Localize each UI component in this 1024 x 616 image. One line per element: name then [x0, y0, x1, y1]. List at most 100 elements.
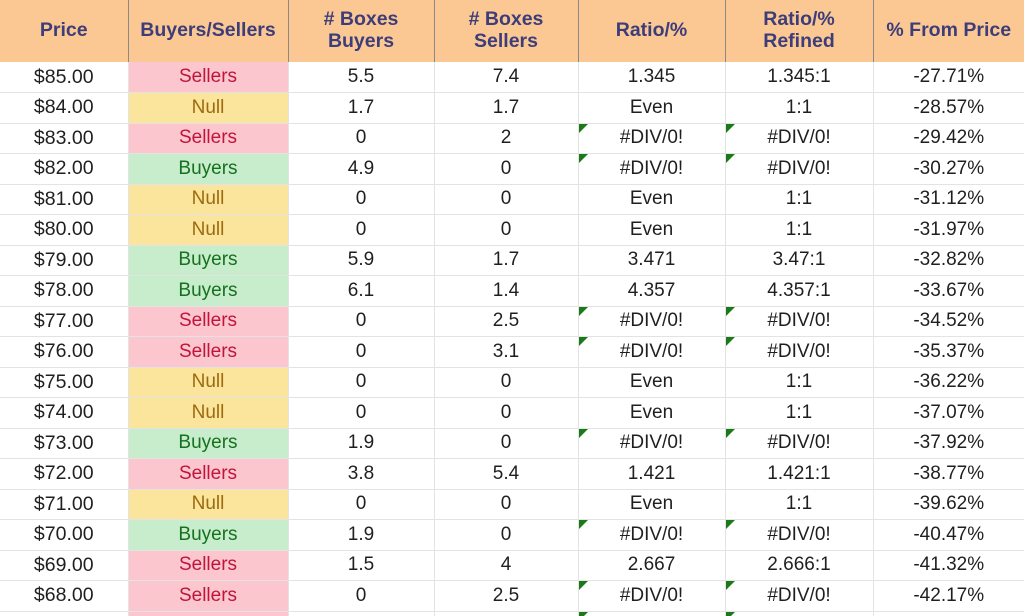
cell-status[interactable]: Sellers: [128, 123, 289, 154]
cell-status[interactable]: Null: [128, 214, 289, 246]
cell-boxes-sellers[interactable]: 0: [434, 367, 579, 398]
table-row[interactable]: $73.00 Buyers 1.9 0 #DIV/0! #DIV/0! -37.92%: [0, 428, 1024, 459]
cell-status[interactable]: Sellers: [128, 306, 289, 337]
cell-boxes-buyers[interactable]: 0: [288, 580, 435, 612]
cell-pct-from-price[interactable]: -31.12%: [873, 184, 1024, 215]
table-row[interactable]: $79.00 Buyers 5.9 1.7 3.471 3.47:1 -32.82%: [0, 245, 1024, 276]
cell-ratio-refined[interactable]: 2.666:1: [725, 550, 874, 581]
cell-ratio-refined[interactable]: 1.421:1: [725, 458, 874, 490]
cell-boxes-sellers[interactable]: 0: [434, 184, 579, 215]
cell-ratio-refined[interactable]: #DIV/0!: [725, 519, 874, 551]
cell-price[interactable]: $78.00: [0, 275, 129, 307]
cell-boxes-buyers[interactable]: 1.7: [288, 92, 435, 124]
cell-ratio[interactable]: Even: [578, 92, 726, 124]
column-header-price[interactable]: Price: [0, 0, 129, 62]
cell-ratio[interactable]: 1.345: [578, 62, 726, 93]
cell-boxes-buyers[interactable]: 6.1: [288, 275, 435, 307]
cell-boxes-sellers[interactable]: 4: [434, 550, 579, 581]
table-row[interactable]: [0, 611, 1024, 616]
cell-ratio-refined[interactable]: [725, 611, 874, 616]
cell-pct-from-price[interactable]: -37.07%: [873, 397, 1024, 429]
cell-ratio-refined[interactable]: 1:1: [725, 489, 874, 520]
cell-boxes-buyers[interactable]: 0: [288, 123, 435, 154]
cell-boxes-buyers[interactable]: 1.5: [288, 550, 435, 581]
cell-status[interactable]: Buyers: [128, 245, 289, 276]
table-row[interactable]: $76.00 Sellers 0 3.1 #DIV/0! #DIV/0! -35.37%: [0, 336, 1024, 368]
cell-ratio-refined[interactable]: 1:1: [725, 397, 874, 429]
cell-status[interactable]: Buyers: [128, 275, 289, 307]
cell-ratio[interactable]: #DIV/0!: [578, 428, 726, 459]
cell-boxes-sellers[interactable]: 2.5: [434, 306, 579, 337]
cell-price[interactable]: [0, 611, 129, 616]
table-row[interactable]: $85.00 Sellers 5.5 7.4 1.345 1.345:1 -27.71%: [0, 62, 1024, 93]
table-row[interactable]: $70.00 Buyers 1.9 0 #DIV/0! #DIV/0! -40.47%: [0, 519, 1024, 551]
cell-status[interactable]: Sellers: [128, 336, 289, 368]
cell-pct-from-price[interactable]: -34.52%: [873, 306, 1024, 337]
cell-status[interactable]: Sellers: [128, 580, 289, 612]
cell-pct-from-price[interactable]: -32.82%: [873, 245, 1024, 276]
table-row[interactable]: $83.00 Sellers 0 2 #DIV/0! #DIV/0! -29.42%: [0, 123, 1024, 154]
cell-ratio[interactable]: 3.471: [578, 245, 726, 276]
cell-boxes-sellers[interactable]: 7.4: [434, 62, 579, 93]
cell-boxes-buyers[interactable]: 0: [288, 489, 435, 520]
table-row[interactable]: $68.00 Sellers 0 2.5 #DIV/0! #DIV/0! -42.17%: [0, 580, 1024, 612]
cell-price[interactable]: $68.00: [0, 580, 129, 612]
cell-pct-from-price[interactable]: -31.97%: [873, 214, 1024, 246]
cell-ratio[interactable]: Even: [578, 489, 726, 520]
cell-price[interactable]: $80.00: [0, 214, 129, 246]
cell-status[interactable]: Buyers: [128, 519, 289, 551]
cell-boxes-buyers[interactable]: 0: [288, 367, 435, 398]
table-row[interactable]: $81.00 Null 0 0 Even 1:1 -31.12%: [0, 184, 1024, 215]
cell-price[interactable]: $73.00: [0, 428, 129, 459]
column-header-ratio[interactable]: Ratio/%: [578, 0, 726, 62]
cell-ratio-refined[interactable]: 1:1: [725, 367, 874, 398]
cell-ratio[interactable]: #DIV/0!: [578, 306, 726, 337]
table-row[interactable]: $80.00 Null 0 0 Even 1:1 -31.97%: [0, 214, 1024, 246]
table-row[interactable]: $77.00 Sellers 0 2.5 #DIV/0! #DIV/0! -34.52%: [0, 306, 1024, 337]
cell-ratio[interactable]: #DIV/0!: [578, 153, 726, 185]
cell-ratio[interactable]: Even: [578, 184, 726, 215]
cell-ratio[interactable]: Even: [578, 397, 726, 429]
table-row[interactable]: $78.00 Buyers 6.1 1.4 4.357 4.357:1 -33.67%: [0, 275, 1024, 307]
cell-status[interactable]: Null: [128, 489, 289, 520]
column-header-buyers-sellers[interactable]: Buyers/Sellers: [128, 0, 289, 62]
cell-boxes-sellers[interactable]: 2: [434, 123, 579, 154]
cell-ratio[interactable]: 2.667: [578, 550, 726, 581]
cell-status[interactable]: Null: [128, 92, 289, 124]
cell-pct-from-price[interactable]: -28.57%: [873, 92, 1024, 124]
cell-pct-from-price[interactable]: -38.77%: [873, 458, 1024, 490]
cell-status[interactable]: Buyers: [128, 428, 289, 459]
column-header-pct-from-price[interactable]: % From Price: [873, 0, 1024, 62]
column-header-boxes-buyers[interactable]: # Boxes Buyers: [288, 0, 435, 62]
cell-boxes-buyers[interactable]: 0: [288, 184, 435, 215]
cell-ratio[interactable]: #DIV/0!: [578, 519, 726, 551]
column-header-boxes-sellers[interactable]: # Boxes Sellers: [434, 0, 579, 62]
cell-price[interactable]: $85.00: [0, 62, 129, 93]
cell-ratio[interactable]: #DIV/0!: [578, 123, 726, 154]
cell-price[interactable]: $76.00: [0, 336, 129, 368]
cell-status[interactable]: Sellers: [128, 62, 289, 93]
cell-price[interactable]: $70.00: [0, 519, 129, 551]
cell-ratio[interactable]: 1.421: [578, 458, 726, 490]
cell-status[interactable]: Null: [128, 184, 289, 215]
cell-price[interactable]: $69.00: [0, 550, 129, 581]
cell-price[interactable]: $74.00: [0, 397, 129, 429]
table-row[interactable]: $75.00 Null 0 0 Even 1:1 -36.22%: [0, 367, 1024, 398]
cell-ratio[interactable]: Even: [578, 367, 726, 398]
cell-ratio-refined[interactable]: #DIV/0!: [725, 336, 874, 368]
cell-ratio-refined[interactable]: 4.357:1: [725, 275, 874, 307]
cell-boxes-buyers[interactable]: 0: [288, 397, 435, 429]
cell-boxes-buyers[interactable]: 1.9: [288, 519, 435, 551]
cell-ratio-refined[interactable]: #DIV/0!: [725, 428, 874, 459]
cell-price[interactable]: $72.00: [0, 458, 129, 490]
cell-boxes-sellers[interactable]: 0: [434, 489, 579, 520]
table-row[interactable]: $71.00 Null 0 0 Even 1:1 -39.62%: [0, 489, 1024, 520]
cell-ratio[interactable]: 4.357: [578, 275, 726, 307]
cell-pct-from-price[interactable]: -42.17%: [873, 580, 1024, 612]
cell-status[interactable]: [128, 611, 289, 616]
spreadsheet-grid[interactable]: Price Buyers/Sellers # Boxes Buyers # Bo…: [0, 0, 1024, 616]
table-row[interactable]: $69.00 Sellers 1.5 4 2.667 2.666:1 -41.32%: [0, 550, 1024, 581]
cell-boxes-sellers[interactable]: 0: [434, 428, 579, 459]
cell-pct-from-price[interactable]: -41.32%: [873, 550, 1024, 581]
cell-price[interactable]: $82.00: [0, 153, 129, 185]
